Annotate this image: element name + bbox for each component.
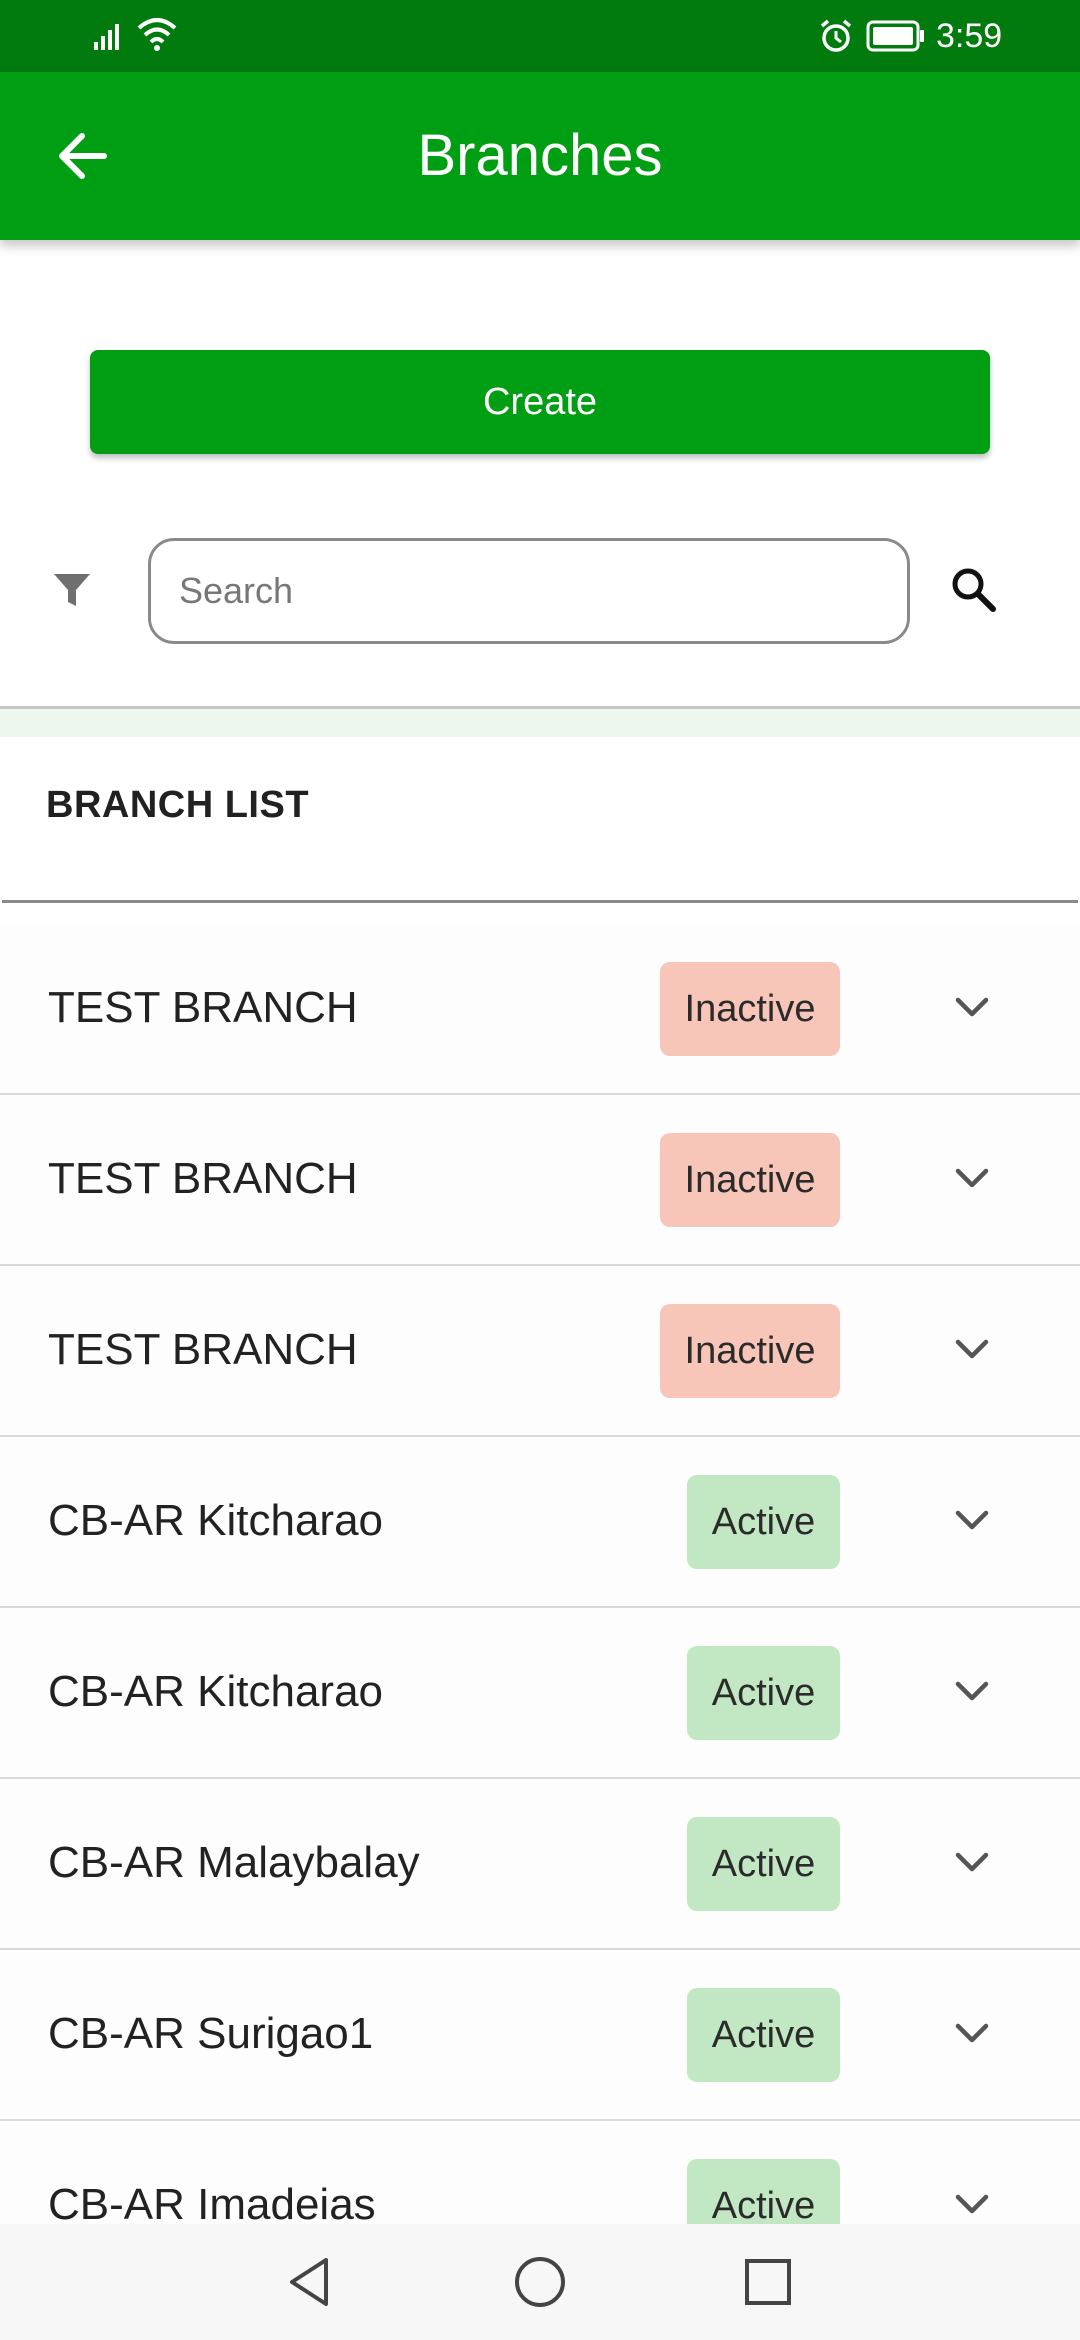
chevron-down-icon[interactable] <box>950 1845 994 1881</box>
create-button[interactable]: Create <box>90 350 990 454</box>
section-title: BRANCH LIST <box>46 784 310 826</box>
wifi-icon <box>137 18 177 51</box>
chevron-down-icon[interactable] <box>950 2187 994 2223</box>
status-badge: Inactive <box>660 1304 840 1398</box>
chevron-down-icon[interactable] <box>950 1674 994 1710</box>
branch-name: CB-AR Kitcharao <box>48 1667 384 1716</box>
branch-row[interactable]: TEST BRANCH Inactive <box>0 924 1080 1095</box>
search-icon[interactable] <box>948 564 998 614</box>
back-triangle-icon[interactable] <box>280 2252 340 2312</box>
branch-name: CB-AR Malaybalay <box>48 1838 420 1887</box>
chevron-down-icon[interactable] <box>950 2016 994 2052</box>
status-badge: Active <box>687 1646 840 1740</box>
app-bar: Branches <box>0 72 1080 240</box>
branch-row[interactable]: CB-AR Surigao1 Active <box>0 1950 1080 2121</box>
search-input[interactable] <box>148 538 910 644</box>
page-title: Branches <box>417 123 663 188</box>
branch-row[interactable]: CB-AR Malaybalay Active <box>0 1779 1080 1950</box>
branch-row[interactable]: CB-AR Imadeias Active <box>0 2121 1080 2224</box>
branch-row[interactable]: CB-AR Kitcharao Active <box>0 1437 1080 1608</box>
status-badge: Active <box>687 1817 840 1911</box>
section-divider <box>2 900 1078 903</box>
status-time: 3:59 <box>936 17 1003 55</box>
home-circle-icon[interactable] <box>510 2252 570 2312</box>
branch-row[interactable]: TEST BRANCH Inactive <box>0 1095 1080 1266</box>
branch-name: CB-AR Kitcharao <box>48 1496 384 1545</box>
status-bar: 3:59 <box>0 0 1080 72</box>
branch-row[interactable]: TEST BRANCH Inactive <box>0 1266 1080 1437</box>
branch-name: TEST BRANCH <box>48 983 358 1032</box>
status-badge: Active <box>687 2159 840 2224</box>
branch-name: TEST BRANCH <box>48 1325 358 1374</box>
section-tint <box>0 709 1080 737</box>
battery-icon <box>866 20 924 52</box>
recents-square-icon[interactable] <box>738 2252 798 2312</box>
signal-icon <box>94 24 119 50</box>
branch-name: CB-AR Imadeias <box>48 2180 376 2224</box>
branch-list: TEST BRANCH Inactive TEST BRANCH Inactiv… <box>0 924 1080 2224</box>
status-badge: Inactive <box>660 1133 840 1227</box>
filter-icon[interactable] <box>50 568 94 612</box>
chevron-down-icon[interactable] <box>950 990 994 1026</box>
status-badge: Active <box>687 1988 840 2082</box>
chevron-down-icon[interactable] <box>950 1161 994 1197</box>
status-badge: Inactive <box>660 962 840 1056</box>
branch-row[interactable]: CB-AR Kitcharao Active <box>0 1608 1080 1779</box>
chevron-down-icon[interactable] <box>950 1332 994 1368</box>
system-nav-bar <box>0 2224 1080 2340</box>
status-badge: Active <box>687 1475 840 1569</box>
chevron-down-icon[interactable] <box>950 1503 994 1539</box>
alarm-icon <box>820 19 852 52</box>
branch-name: TEST BRANCH <box>48 1154 358 1203</box>
branch-name: CB-AR Surigao1 <box>48 2009 374 2058</box>
